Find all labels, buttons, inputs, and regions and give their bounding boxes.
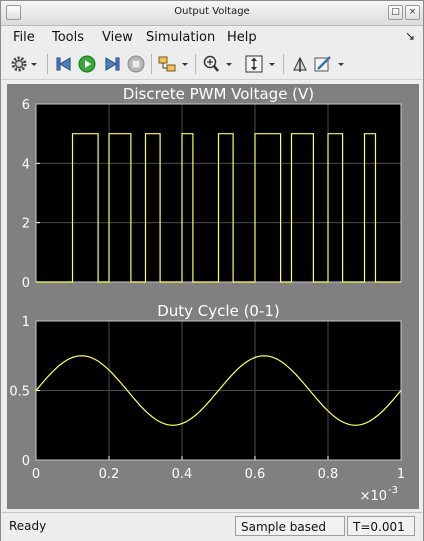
gear-icon[interactable]	[9, 54, 39, 74]
status-text: Ready	[9, 519, 47, 533]
highlight-block-icon[interactable]	[157, 54, 191, 74]
scale-axes-icon[interactable]	[244, 54, 278, 74]
x-tick-label: 1	[397, 467, 405, 482]
toolbar	[1, 49, 423, 80]
stop-icon[interactable]	[126, 54, 146, 74]
x-axis-multiplier: ×10	[360, 489, 387, 504]
sample-mode-field: Sample based	[235, 516, 345, 536]
menu-file[interactable]: File	[13, 30, 35, 45]
float-window-icon[interactable]	[290, 54, 310, 74]
x-axis-exponent: -3	[388, 485, 398, 496]
window-title: Output Voltage	[174, 6, 250, 17]
y-tick-label: 6	[22, 98, 30, 113]
zoom-icon[interactable]	[201, 54, 235, 74]
status-bar: Ready Sample based T=0.001	[1, 512, 423, 541]
x-tick-label: 0.4	[172, 467, 193, 482]
window-menu-button[interactable]	[6, 5, 21, 20]
simulation-time-field: T=0.001	[347, 516, 415, 536]
toolbar-separator	[283, 54, 284, 74]
run-icon[interactable]	[77, 54, 97, 74]
menu-view[interactable]: View	[102, 30, 133, 45]
scope-window: Output Voltage □ × File Tools View Simul…	[0, 0, 424, 541]
x-tick-label: 0.8	[318, 467, 339, 482]
scope-display: Discrete PWM Voltage (V) 0 2 4 6 Duty Cycle (…	[7, 84, 419, 509]
x-tick-label: 0.2	[99, 467, 120, 482]
y-tick-label: 1	[22, 315, 30, 330]
toolbar-separator	[151, 54, 152, 74]
toolbar-separator	[47, 54, 48, 74]
toolbar-separator	[195, 54, 196, 74]
plot-title: Duty Cycle (0-1)	[157, 302, 280, 320]
y-tick-label: 0	[22, 276, 30, 291]
menu-simulation[interactable]: Simulation	[146, 30, 215, 45]
x-tick-label: 0.6	[245, 467, 266, 482]
scope-plots: Discrete PWM Voltage (V) 0 2 4 6 Duty Cycle (…	[9, 85, 405, 504]
y-tick-label: 0.5	[9, 385, 30, 400]
menu-dock-arrow-icon[interactable]: ↘	[405, 29, 415, 43]
menu-help[interactable]: Help	[227, 30, 257, 45]
close-button[interactable]: ×	[405, 5, 420, 20]
x-tick-label: 0	[32, 467, 40, 482]
menu-tools[interactable]: Tools	[52, 30, 84, 45]
title-bar[interactable]: Output Voltage □ ×	[1, 1, 423, 26]
y-tick-label: 2	[22, 217, 30, 232]
plot-title: Discrete PWM Voltage (V)	[123, 85, 314, 103]
step-forward-icon[interactable]	[102, 54, 122, 74]
edit-style-icon[interactable]	[313, 54, 347, 74]
y-tick-label: 4	[22, 157, 30, 172]
step-back-icon[interactable]	[54, 54, 74, 74]
y-tick-label: 0	[22, 454, 30, 469]
menu-bar: File Tools View Simulation Help ↘	[1, 26, 423, 48]
maximize-button[interactable]: □	[388, 5, 403, 20]
